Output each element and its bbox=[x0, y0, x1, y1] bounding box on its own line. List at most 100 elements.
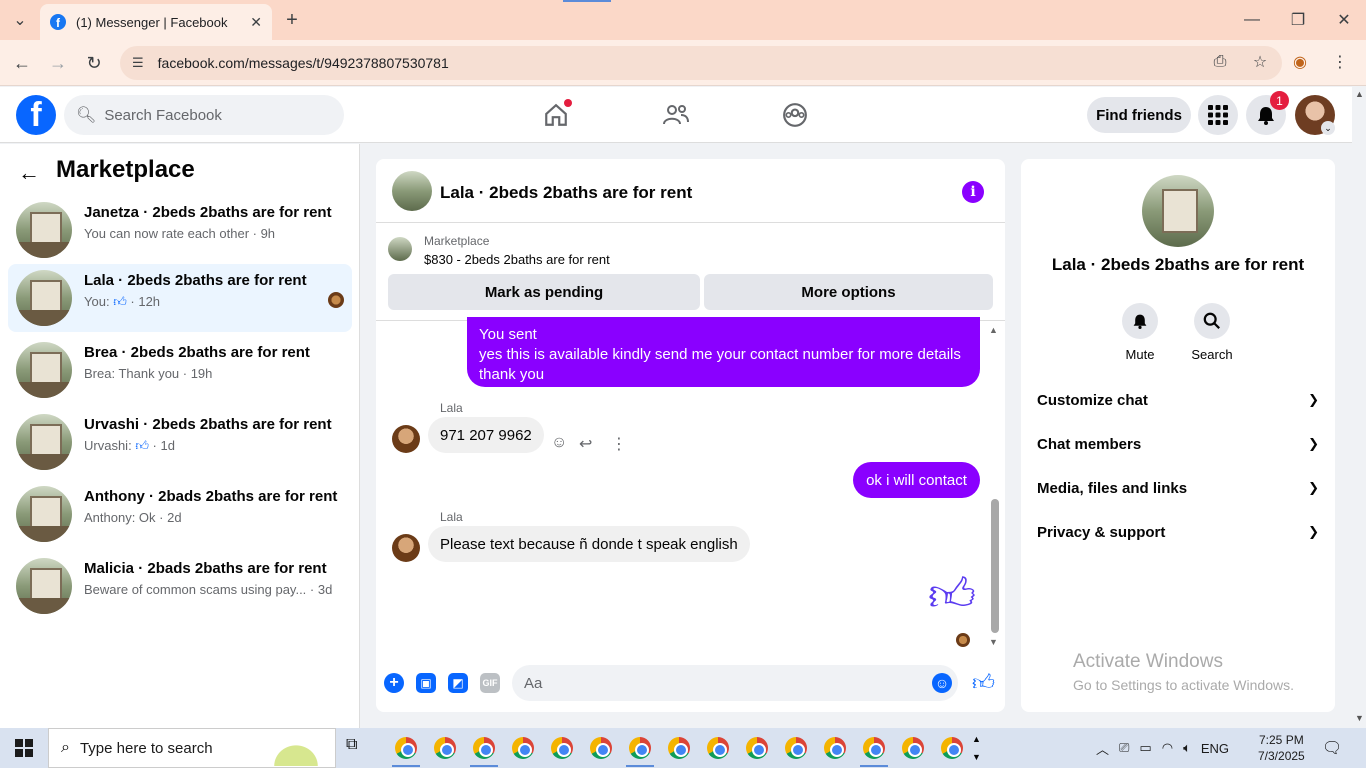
reload-icon[interactable]: ↻ bbox=[82, 51, 106, 75]
back-icon[interactable]: ← bbox=[10, 51, 34, 75]
conversation-item[interactable]: Malicia · 2bads 2baths are for rent Bewa… bbox=[8, 552, 352, 620]
taskbar-overflow-arrows-icon[interactable]: ▲ ▼ bbox=[972, 730, 981, 766]
forward-icon[interactable]: → bbox=[46, 51, 70, 75]
chrome-icon[interactable] bbox=[707, 737, 729, 759]
battery-icon[interactable]: ▭ bbox=[1139, 740, 1151, 756]
page-scrollbar[interactable]: ▲ ▼ bbox=[1352, 87, 1366, 728]
more-options-button[interactable]: More options bbox=[704, 274, 993, 310]
window-close-icon[interactable]: ✕ bbox=[1332, 8, 1356, 32]
volume-icon[interactable]: 🔈︎ bbox=[1183, 740, 1191, 756]
conversation-item[interactable]: Janetza · 2beds 2baths are for rent You … bbox=[8, 196, 352, 264]
window-restore-icon[interactable]: ❐ bbox=[1286, 8, 1310, 32]
chat-title[interactable]: Lala · 2beds 2baths are for rent bbox=[440, 183, 692, 203]
nav-home[interactable] bbox=[540, 99, 572, 131]
sent-message-bubble[interactable]: You sent yes this is available kindly se… bbox=[467, 317, 980, 387]
tab-close-icon[interactable]: ✕ bbox=[250, 14, 262, 31]
message-input[interactable] bbox=[512, 665, 958, 701]
received-message-bubble[interactable]: 971 207 9962 bbox=[428, 417, 544, 453]
install-app-icon[interactable]: ⎙ bbox=[1208, 50, 1232, 74]
search-in-chat-button[interactable]: Search bbox=[1182, 303, 1242, 362]
wifi-icon[interactable]: ◠ bbox=[1162, 740, 1173, 756]
listing-price[interactable]: $830 - 2beds 2baths are for rent bbox=[424, 252, 610, 267]
conversation-item[interactable]: Brea · 2beds 2baths are for rent Brea: T… bbox=[8, 336, 352, 404]
send-like-icon[interactable]: 👍︎ bbox=[972, 669, 995, 696]
facebook-search-input[interactable] bbox=[104, 106, 325, 124]
scroll-down-arrow-icon[interactable]: ▼ bbox=[989, 637, 998, 647]
menu-button[interactable] bbox=[1198, 95, 1238, 135]
system-clock[interactable]: 7:25 PM 7/3/2025 bbox=[1258, 732, 1305, 764]
language-indicator[interactable]: ENG bbox=[1201, 741, 1229, 756]
listing-thumbnail[interactable] bbox=[388, 237, 412, 261]
find-friends-button[interactable]: Find friends bbox=[1087, 97, 1191, 133]
chrome-icon[interactable] bbox=[668, 737, 690, 759]
tab-search-icon[interactable]: ⌄ bbox=[8, 8, 32, 32]
browser-menu-icon[interactable]: ⋮ bbox=[1328, 50, 1352, 74]
scrollbar-thumb[interactable] bbox=[991, 499, 999, 633]
site-info-icon[interactable]: ☰ bbox=[132, 55, 144, 71]
chat-avatar-large[interactable] bbox=[1142, 175, 1214, 247]
media-files-links-row[interactable]: Media, files and links ❯ bbox=[1029, 466, 1327, 510]
reply-icon[interactable]: ↩ bbox=[579, 434, 592, 454]
mark-as-pending-button[interactable]: Mark as pending bbox=[388, 274, 700, 310]
conversation-item-active[interactable]: Lala · 2beds 2baths are for rent You: 👍︎… bbox=[8, 264, 352, 332]
scroll-up-arrow-icon[interactable]: ▲ bbox=[1355, 89, 1364, 99]
chrome-icon[interactable] bbox=[434, 737, 456, 759]
scroll-down-arrow-icon[interactable]: ▼ bbox=[1355, 713, 1364, 723]
chevron-down-icon[interactable]: ⌄ bbox=[1321, 121, 1335, 135]
new-tab-icon[interactable]: + bbox=[280, 8, 304, 32]
received-message-bubble[interactable]: Please text because ñ donde t speak engl… bbox=[428, 526, 750, 562]
sticker-icon[interactable]: ◩ bbox=[448, 673, 468, 693]
task-view-icon[interactable]: ⧉ bbox=[346, 736, 357, 754]
photo-icon[interactable]: ▣ bbox=[416, 673, 436, 693]
action-center-icon[interactable]: 🗨︎ bbox=[1322, 738, 1342, 758]
mute-button[interactable]: Mute bbox=[1110, 303, 1170, 362]
chrome-icon[interactable] bbox=[824, 737, 846, 759]
sender-avatar[interactable] bbox=[392, 425, 420, 453]
thumbs-up-icon[interactable]: 👍︎ bbox=[928, 567, 976, 623]
chrome-icon[interactable] bbox=[902, 737, 924, 759]
bookmark-star-icon[interactable]: ☆ bbox=[1248, 50, 1272, 74]
conversation-preview: Brea: Thank you · 19h bbox=[84, 366, 213, 381]
tray-expand-icon[interactable]: ︿ bbox=[1096, 739, 1109, 758]
info-icon[interactable]: i bbox=[962, 181, 984, 203]
chat-avatar[interactable] bbox=[392, 171, 432, 211]
chrome-icon[interactable] bbox=[512, 737, 534, 759]
chrome-icon[interactable] bbox=[863, 737, 885, 759]
emoji-icon[interactable]: ☺ bbox=[932, 673, 952, 693]
chrome-icon[interactable] bbox=[590, 737, 612, 759]
conversation-item[interactable]: Anthony · 2bads 2baths are for rent Anth… bbox=[8, 480, 352, 548]
react-icon[interactable]: ☺ bbox=[551, 434, 567, 452]
notifications-button[interactable]: 1 bbox=[1246, 91, 1289, 135]
chrome-icon[interactable] bbox=[941, 737, 963, 759]
back-arrow-icon[interactable]: ← bbox=[18, 160, 40, 186]
chat-members-row[interactable]: Chat members ❯ bbox=[1029, 422, 1327, 466]
plus-icon[interactable]: + bbox=[384, 673, 404, 693]
facebook-logo-icon[interactable]: f bbox=[16, 95, 56, 135]
chrome-icon[interactable] bbox=[551, 737, 573, 759]
scroll-up-arrow-icon[interactable]: ▲ bbox=[989, 325, 998, 335]
groups-icon bbox=[783, 103, 807, 127]
sender-avatar[interactable] bbox=[392, 534, 420, 562]
conversation-item[interactable]: Urvashi · 2beds 2baths are for rent Urva… bbox=[8, 408, 352, 476]
chrome-icon[interactable] bbox=[746, 737, 768, 759]
chrome-icon[interactable] bbox=[473, 737, 495, 759]
thumbs-up-icon: 👍︎ bbox=[113, 294, 127, 309]
windows-start-icon[interactable] bbox=[0, 728, 48, 768]
gif-icon[interactable]: GIF bbox=[480, 673, 500, 693]
meet-now-icon[interactable]: ⎚ bbox=[1119, 740, 1129, 756]
chrome-icon[interactable] bbox=[395, 737, 417, 759]
profile-icon[interactable]: ◉ bbox=[1288, 50, 1312, 74]
customize-chat-row[interactable]: Customize chat ❯ bbox=[1029, 378, 1327, 422]
privacy-support-row[interactable]: Privacy & support ❯ bbox=[1029, 510, 1327, 554]
window-minimize-icon[interactable]: — bbox=[1240, 8, 1264, 32]
more-icon[interactable]: ⋮ bbox=[611, 434, 627, 454]
chrome-icon[interactable] bbox=[785, 737, 807, 759]
facebook-search[interactable]: 🔍︎ bbox=[64, 95, 344, 135]
chrome-icon[interactable] bbox=[629, 737, 651, 759]
browser-tab[interactable]: f (1) Messenger | Facebook ✕ bbox=[40, 4, 272, 40]
nav-groups[interactable] bbox=[779, 99, 811, 131]
omnibox[interactable]: ☰ facebook.com/messages/t/94923788075307… bbox=[120, 46, 1282, 80]
nav-friends[interactable] bbox=[660, 99, 692, 131]
sent-message-bubble[interactable]: ok i will contact bbox=[853, 462, 980, 498]
chat-scrollbar[interactable]: ▲ ▼ bbox=[989, 321, 1001, 651]
